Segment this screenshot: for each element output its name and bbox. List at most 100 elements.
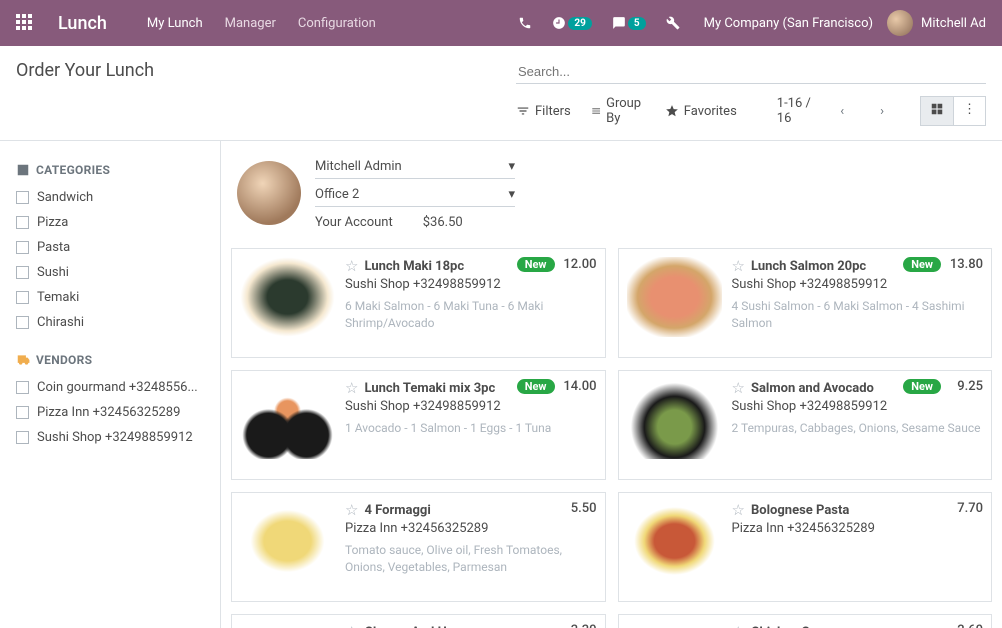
location-select[interactable]: Office 2▾ [315, 183, 515, 207]
filters-button[interactable]: Filters [516, 104, 571, 119]
star-icon[interactable]: ☆ [732, 501, 745, 519]
page-title: Order Your Lunch [16, 60, 516, 81]
product-card[interactable]: ☆ Chicken Curry 2.60 [618, 614, 993, 628]
search-input[interactable] [516, 60, 986, 84]
messages-icon[interactable]: 5 [612, 16, 646, 30]
user-avatar[interactable] [887, 10, 913, 36]
product-image [627, 623, 722, 628]
category-item[interactable]: Temaki [16, 285, 204, 310]
nav-my-lunch[interactable]: My Lunch [147, 16, 203, 31]
product-desc: 1 Avocado - 1 Salmon - 1 Eggs - 1 Tuna [345, 420, 597, 437]
tools-icon[interactable] [666, 16, 680, 30]
product-desc: 2 Tempuras, Cabbages, Onions, Sesame Sau… [732, 420, 984, 437]
star-icon[interactable]: ☆ [732, 379, 745, 397]
favorites-button[interactable]: Favorites [665, 104, 737, 119]
product-price: 7.70 [957, 501, 983, 516]
product-image [627, 257, 722, 337]
content: Mitchell Admin▾ Office 2▾ Your Account$3… [220, 140, 1002, 628]
phone-icon[interactable] [518, 16, 532, 30]
star-icon[interactable]: ☆ [345, 257, 358, 275]
product-vendor: Pizza Inn +32456325289 [345, 521, 597, 536]
brand: Lunch [58, 13, 107, 34]
control-bar: Order Your Lunch Filters Group By Favori… [0, 46, 1002, 126]
sidebar: CATEGORIES SandwichPizza Pasta Sushi Temaki… [0, 140, 220, 628]
product-vendor: Sushi Shop +32498859912 [345, 277, 597, 292]
activity-badge: 29 [568, 17, 591, 30]
pager[interactable]: 1-16 / 16 [777, 96, 812, 126]
product-image [627, 379, 722, 459]
categories-header: CATEGORIES [16, 163, 204, 177]
category-item[interactable]: Sandwich [16, 185, 204, 210]
new-badge: New [903, 379, 941, 394]
checkbox-icon [16, 381, 29, 394]
category-item[interactable]: Pizza [16, 210, 204, 235]
account-avatar [237, 161, 301, 225]
vendor-label: Pizza Inn +32456325289 [37, 405, 180, 420]
product-card[interactable]: ☆Lunch Salmon 20pcNew13.80Sushi Shop +32… [618, 248, 993, 358]
product-card[interactable]: ☆Salmon and AvocadoNew9.25Sushi Shop +32… [618, 370, 993, 480]
apps-icon[interactable] [16, 14, 34, 32]
category-item[interactable]: Pasta [16, 235, 204, 260]
vendors-header: VENDORS [16, 353, 204, 367]
checkbox-icon [16, 216, 29, 229]
product-grid: ☆Lunch Maki 18pcNew12.00Sushi Shop +3249… [231, 248, 992, 628]
star-icon[interactable]: ☆ [732, 623, 745, 628]
product-price: 5.50 [571, 501, 597, 516]
product-desc: 6 Maki Salmon - 6 Maki Tuna - 6 Maki Shr… [345, 298, 597, 332]
category-label: Sushi [37, 265, 69, 280]
vendor-item[interactable]: Coin gourmand +3248556... [16, 375, 204, 400]
checkbox-icon [16, 241, 29, 254]
checkbox-icon [16, 406, 29, 419]
product-desc: Tomato sauce, Olive oil, Fresh Tomatoes,… [345, 542, 597, 576]
product-image [627, 501, 722, 581]
star-icon[interactable]: ☆ [732, 257, 745, 275]
category-label: Chirashi [37, 315, 84, 330]
new-badge: New [903, 257, 941, 272]
product-name: Chicken Curry [751, 625, 833, 628]
list-view[interactable]: ⋮ [954, 96, 986, 126]
product-card[interactable]: ☆4 Formaggi5.50Pizza Inn +32456325289Tom… [231, 492, 606, 602]
chevron-down-icon: ▾ [508, 159, 515, 174]
product-image [240, 501, 335, 581]
user-name[interactable]: Mitchell Ad [921, 16, 986, 31]
user-select[interactable]: Mitchell Admin▾ [315, 155, 515, 179]
company-selector[interactable]: My Company (San Francisco) [704, 16, 873, 31]
product-name: Cheese And Ham [364, 625, 465, 628]
product-price: 3.30 [571, 623, 597, 628]
nav-manager[interactable]: Manager [225, 16, 276, 31]
vendor-item[interactable]: Pizza Inn +32456325289 [16, 400, 204, 425]
product-price: 14.00 [563, 379, 596, 394]
groupby-button[interactable]: Group By [591, 96, 645, 126]
product-name: Bolognese Pasta [751, 503, 849, 518]
category-item[interactable]: Chirashi [16, 310, 204, 335]
prev-page[interactable]: ‹ [832, 100, 852, 123]
product-vendor: Pizza Inn +32456325289 [732, 521, 984, 536]
star-icon[interactable]: ☆ [345, 501, 358, 519]
star-icon[interactable]: ☆ [345, 379, 358, 397]
product-image [240, 379, 335, 459]
product-card[interactable]: ☆Lunch Temaki mix 3pcNew14.00Sushi Shop … [231, 370, 606, 480]
product-card[interactable]: ☆ Bolognese Pasta 7.70 Pizza Inn +324563252… [618, 492, 993, 602]
product-card[interactable]: ☆ Cheese And Ham 3.30 [231, 614, 606, 628]
category-item[interactable]: Sushi [16, 260, 204, 285]
nav-configuration[interactable]: Configuration [298, 16, 376, 31]
product-desc: 4 Sushi Salmon - 6 Maki Salmon - 4 Sashi… [732, 298, 984, 332]
star-icon[interactable]: ☆ [345, 623, 358, 628]
checkbox-icon [16, 431, 29, 444]
product-price: 2.60 [957, 623, 983, 628]
new-badge: New [517, 379, 555, 394]
category-label: Pasta [37, 240, 70, 255]
checkbox-icon [16, 266, 29, 279]
product-card[interactable]: ☆Lunch Maki 18pcNew12.00Sushi Shop +3249… [231, 248, 606, 358]
next-page[interactable]: › [872, 100, 892, 123]
category-label: Temaki [37, 290, 79, 305]
kanban-view[interactable] [920, 96, 954, 126]
vendor-label: Coin gourmand +3248556... [37, 380, 198, 395]
vendor-item[interactable]: Sushi Shop +32498859912 [16, 425, 204, 450]
messages-badge: 5 [628, 17, 646, 30]
activity-icon[interactable]: 29 [552, 16, 591, 30]
topbar: Lunch My Lunch Manager Configuration 29 … [0, 0, 1002, 46]
account-row: Mitchell Admin▾ Office 2▾ Your Account$3… [231, 155, 992, 230]
product-name: Lunch Temaki mix 3pc [364, 381, 495, 396]
chevron-down-icon: ▾ [508, 187, 515, 202]
